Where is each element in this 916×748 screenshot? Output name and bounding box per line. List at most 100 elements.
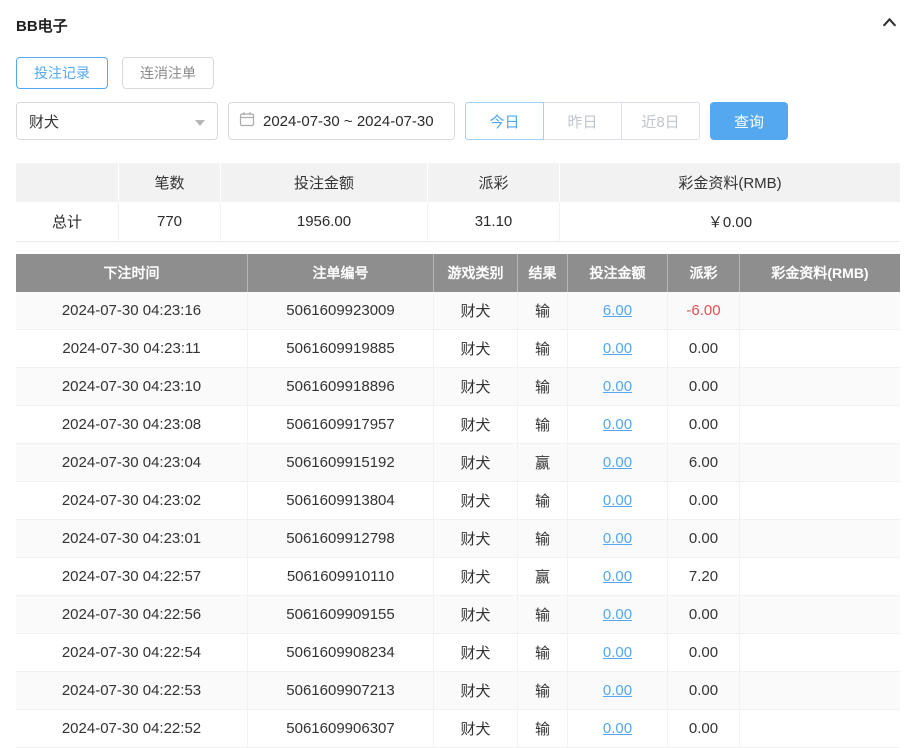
game-select[interactable]: 财犬 [16, 102, 218, 140]
col-header-payout: 派彩 [668, 254, 740, 292]
bet-amount-cell: 0.00 [568, 444, 668, 482]
quick-range-today[interactable]: 今日 [465, 102, 544, 140]
order-id-cell: 5061609919885 [248, 330, 434, 368]
order-id-cell: 5061609912798 [248, 520, 434, 558]
game-type-cell: 财犬 [434, 330, 518, 368]
result-cell: 输 [518, 634, 568, 672]
game-select-value: 财犬 [29, 111, 59, 132]
table-row: 2024-07-30 04:23:10 5061609918896 财犬 输 0… [16, 368, 900, 406]
table-row: 2024-07-30 04:22:54 5061609908234 财犬 输 0… [16, 634, 900, 672]
bonus-cell [740, 558, 900, 596]
quick-range-group: 今日 昨日 近8日 [465, 102, 700, 140]
bet-amount-cell: 0.00 [568, 710, 668, 748]
order-id-cell: 5061609909155 [248, 596, 434, 634]
quick-range-last8days[interactable]: 近8日 [621, 102, 700, 140]
result-cell: 输 [518, 292, 568, 330]
tab-bet-records[interactable]: 投注记录 [16, 57, 108, 89]
order-id-cell: 5061609917957 [248, 406, 434, 444]
bet-amount-link[interactable]: 0.00 [603, 378, 632, 395]
order-id-cell: 5061609913804 [248, 482, 434, 520]
payout-cell: 0.00 [668, 368, 740, 406]
table-body: 2024-07-30 04:23:16 5061609923009 财犬 输 6… [16, 292, 900, 748]
bet-amount-cell: 0.00 [568, 482, 668, 520]
bet-amount-cell: 0.00 [568, 558, 668, 596]
date-range-picker[interactable]: 2024-07-30 ~ 2024-07-30 [228, 102, 455, 140]
summary-count-value: 770 [119, 202, 221, 242]
col-header-result: 结果 [518, 254, 568, 292]
table-row: 2024-07-30 04:23:04 5061609915192 财犬 赢 0… [16, 444, 900, 482]
bet-amount-link[interactable]: 0.00 [603, 568, 632, 585]
bet-time-cell: 2024-07-30 04:23:11 [16, 330, 248, 368]
bonus-cell [740, 368, 900, 406]
order-id-cell: 5061609908234 [248, 634, 434, 672]
table-row: 2024-07-30 04:23:11 5061609919885 财犬 输 0… [16, 330, 900, 368]
table-row: 2024-07-30 04:22:57 5061609910110 财犬 赢 0… [16, 558, 900, 596]
bet-time-cell: 2024-07-30 04:22:56 [16, 596, 248, 634]
bet-time-cell: 2024-07-30 04:22:54 [16, 634, 248, 672]
game-type-cell: 财犬 [434, 368, 518, 406]
bet-amount-cell: 0.00 [568, 368, 668, 406]
result-cell: 赢 [518, 444, 568, 482]
result-cell: 输 [518, 330, 568, 368]
bet-amount-cell: 0.00 [568, 330, 668, 368]
summary-header-count: 笔数 [119, 163, 221, 202]
bonus-cell [740, 292, 900, 330]
bet-amount-link[interactable]: 0.00 [603, 682, 632, 699]
game-type-cell: 财犬 [434, 520, 518, 558]
search-button[interactable]: 查询 [710, 102, 788, 140]
bet-time-cell: 2024-07-30 04:22:57 [16, 558, 248, 596]
payout-cell: 0.00 [668, 710, 740, 748]
bet-amount-cell: 0.00 [568, 406, 668, 444]
bonus-cell [740, 330, 900, 368]
summary-total-label: 总计 [16, 202, 119, 242]
bet-amount-link[interactable]: 0.00 [603, 492, 632, 509]
bet-time-cell: 2024-07-30 04:22:52 [16, 710, 248, 748]
order-id-cell: 5061609915192 [248, 444, 434, 482]
quick-range-yesterday[interactable]: 昨日 [543, 102, 622, 140]
bet-amount-link[interactable]: 0.00 [603, 530, 632, 547]
quick-range-label: 昨日 [567, 111, 597, 132]
payout-cell: 0.00 [668, 330, 740, 368]
table-row: 2024-07-30 04:22:53 5061609907213 财犬 输 0… [16, 672, 900, 710]
game-type-cell: 财犬 [434, 634, 518, 672]
tab-label: 投注记录 [34, 63, 90, 83]
result-cell: 输 [518, 368, 568, 406]
order-id-cell: 5061609906307 [248, 710, 434, 748]
payout-cell: 0.00 [668, 672, 740, 710]
panel-title: BB电子 [16, 15, 68, 36]
summary-table: 笔数 投注金额 派彩 彩金资料(RMB) 总计 770 1956.00 31.1… [16, 163, 900, 242]
chevron-up-icon [881, 14, 898, 36]
order-id-cell: 5061609918896 [248, 368, 434, 406]
game-type-cell: 财犬 [434, 482, 518, 520]
bet-amount-link[interactable]: 0.00 [603, 416, 632, 433]
bet-time-cell: 2024-07-30 04:23:01 [16, 520, 248, 558]
payout-cell: 0.00 [668, 596, 740, 634]
tab-cancelled-bets[interactable]: 连消注单 [122, 57, 214, 89]
bonus-cell [740, 634, 900, 672]
collapse-panel-button[interactable] [878, 14, 900, 36]
summary-header-row: 笔数 投注金额 派彩 彩金资料(RMB) [16, 163, 900, 202]
bet-amount-cell: 6.00 [568, 292, 668, 330]
bet-amount-link[interactable]: 0.00 [603, 606, 632, 623]
bet-amount-cell: 0.00 [568, 520, 668, 558]
bet-amount-link[interactable]: 0.00 [603, 454, 632, 471]
bet-amount-cell: 0.00 [568, 596, 668, 634]
payout-cell: 7.20 [668, 558, 740, 596]
panel-header: BB电子 [16, 14, 900, 36]
bet-amount-link[interactable]: 0.00 [603, 644, 632, 661]
bet-amount-link[interactable]: 0.00 [603, 340, 632, 357]
result-cell: 输 [518, 710, 568, 748]
table-row: 2024-07-30 04:23:02 5061609913804 财犬 输 0… [16, 482, 900, 520]
table-row: 2024-07-30 04:22:56 5061609909155 财犬 输 0… [16, 596, 900, 634]
bet-amount-link[interactable]: 0.00 [603, 720, 632, 737]
bonus-cell [740, 444, 900, 482]
table-row: 2024-07-30 04:22:52 5061609906307 财犬 输 0… [16, 710, 900, 748]
game-type-cell: 财犬 [434, 558, 518, 596]
summary-header-bet-amount: 投注金额 [221, 163, 428, 202]
game-type-cell: 财犬 [434, 596, 518, 634]
bet-amount-link[interactable]: 6.00 [603, 302, 632, 319]
bet-records-table: 下注时间 注单编号 游戏类别 结果 投注金额 派彩 彩金资料(RMB) 2024… [16, 254, 900, 748]
payout-cell: 6.00 [668, 444, 740, 482]
result-cell: 输 [518, 482, 568, 520]
summary-header-payout: 派彩 [428, 163, 560, 202]
